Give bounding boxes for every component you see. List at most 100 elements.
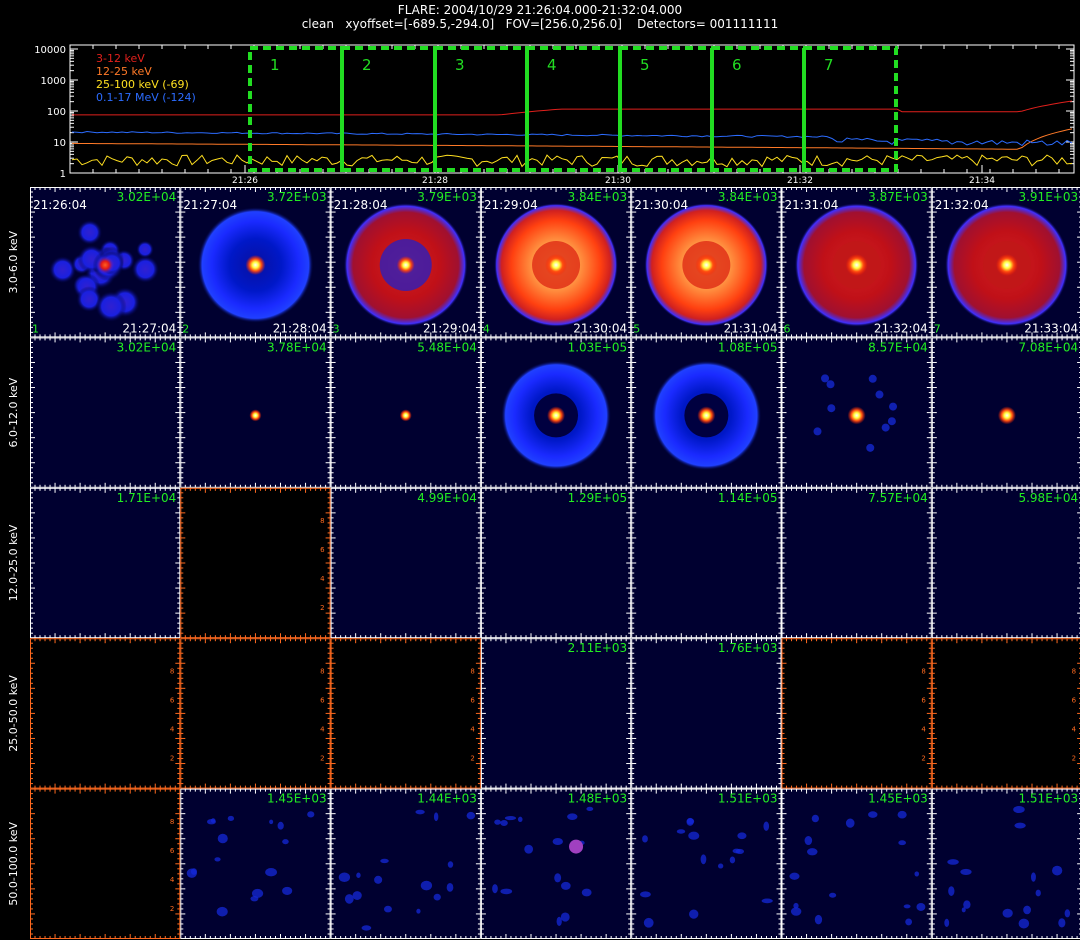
noise-blob	[433, 812, 439, 822]
noise-blob	[898, 840, 906, 846]
empty-axis-tick: 4	[320, 575, 325, 583]
image-frame	[330, 788, 481, 939]
empty-axis-tick: 6	[470, 697, 475, 705]
empty-axis-tick: 2	[921, 755, 925, 763]
noise-blob	[1030, 872, 1036, 882]
end-time-label: 21:28:04	[273, 321, 327, 335]
image-background	[180, 337, 331, 488]
interval-label-7: 7	[824, 56, 834, 74]
disk-inner	[832, 241, 881, 289]
noise-blob	[446, 882, 454, 892]
image-cell: 1.71E+04	[30, 487, 181, 639]
noise-blob	[689, 909, 699, 919]
interval-label-1: 1	[270, 56, 280, 74]
image-cell: 2 4 6 8	[30, 638, 181, 789]
image-frame	[30, 788, 181, 939]
noise-blob	[361, 925, 372, 931]
image-frame	[631, 638, 782, 789]
disk-inner	[684, 393, 729, 438]
bright-core	[995, 254, 1018, 276]
noise-blob	[581, 888, 592, 897]
noise-blob	[814, 914, 823, 925]
bright-core	[245, 255, 266, 275]
start-time-label: 21:28:04	[334, 198, 388, 212]
emission-blob	[99, 239, 121, 261]
emission-blob	[92, 249, 124, 282]
noise-blob	[737, 832, 747, 840]
image-background	[30, 487, 181, 639]
row-label: 12.0-25.0 keV	[7, 524, 20, 601]
lightcurve-plot: 10000 1000 100 10 1 21:26 21:28 21:30 21:32 21:34…	[34, 44, 1075, 186]
x-tick-label: 21:28	[422, 176, 448, 186]
disk-inner	[982, 241, 1031, 289]
noise-blob	[374, 875, 383, 884]
image-frame	[330, 638, 481, 789]
image-frame	[931, 187, 1080, 338]
noise-blob	[961, 907, 966, 913]
image-cell: 3.87E+03 21:31:04 21:32:04 6	[781, 187, 932, 338]
emission-blob	[76, 286, 103, 313]
image-background	[781, 788, 932, 939]
emission-blob	[112, 249, 135, 272]
disk-inner	[534, 393, 579, 438]
image-background	[781, 187, 932, 338]
start-time-label: 21:31:04	[785, 198, 839, 212]
noise-blob	[642, 835, 648, 843]
noise-blob	[214, 857, 221, 862]
max-value-label: 1.14E+05	[718, 491, 778, 505]
max-value-label: 1.45E+03	[267, 792, 327, 806]
bright-core	[845, 254, 868, 276]
image-cell: 1.51E+03	[931, 788, 1080, 939]
end-time-label: 21:29:04	[423, 321, 477, 335]
image-frame	[781, 638, 932, 789]
row-label: 25.0-50.0 keV	[7, 675, 20, 752]
solar-disk	[501, 360, 612, 471]
emission-blob	[100, 249, 120, 270]
noise-blob	[789, 872, 800, 880]
max-value-label: 1.08E+05	[718, 340, 778, 354]
image-background	[480, 788, 632, 939]
image-cell: 1.08E+05	[631, 337, 782, 488]
interval-number: 7	[934, 322, 941, 335]
image-cell: 3.84E+03 21:30:04 21:31:04 5	[631, 187, 782, 338]
noise-blob	[356, 872, 361, 878]
interval-number: 6	[784, 322, 791, 335]
empty-axis-tick: 2	[1072, 755, 1076, 763]
solar-disk	[644, 203, 769, 327]
image-frame	[180, 187, 331, 338]
noise-blob	[686, 818, 695, 825]
empty-axis-tick: 8	[470, 668, 474, 676]
image-background	[480, 638, 632, 789]
empty-axis-tick: 8	[320, 517, 324, 525]
noise-blob	[793, 902, 799, 909]
max-value-label: 7.08E+04	[1018, 340, 1078, 354]
image-background	[30, 187, 181, 338]
image-background	[781, 337, 932, 488]
start-time-label: 21:32:04	[935, 198, 989, 212]
x-tick-label: 21:34	[969, 176, 995, 186]
image-background	[631, 487, 782, 639]
empty-axis-tick: 8	[170, 818, 174, 826]
disk-inner	[682, 241, 731, 289]
image-cell: 1.03E+05	[480, 337, 632, 488]
emission-blob	[109, 286, 141, 318]
max-value-label: 1.51E+03	[718, 792, 778, 806]
noise-blob	[352, 891, 362, 900]
noise-blob	[947, 859, 959, 865]
image-cell: 7.08E+04	[931, 337, 1080, 488]
noise-blob	[761, 898, 773, 904]
image-background	[480, 487, 632, 639]
image-background	[330, 487, 481, 639]
noise-blob	[344, 894, 354, 904]
bright-core	[695, 254, 718, 276]
noise-blob	[190, 868, 198, 875]
image-frame	[781, 788, 932, 939]
noise-blob	[504, 816, 517, 821]
image-frame	[931, 487, 1080, 639]
max-value-label: 1.45E+03	[868, 792, 928, 806]
solar-disk	[197, 207, 314, 323]
image-cell: 3.84E+03 21:29:04 21:30:04 4	[480, 187, 632, 338]
noise-blob	[338, 872, 351, 883]
noise-blob	[282, 886, 293, 895]
image-cell: 1.45E+03	[781, 788, 932, 939]
